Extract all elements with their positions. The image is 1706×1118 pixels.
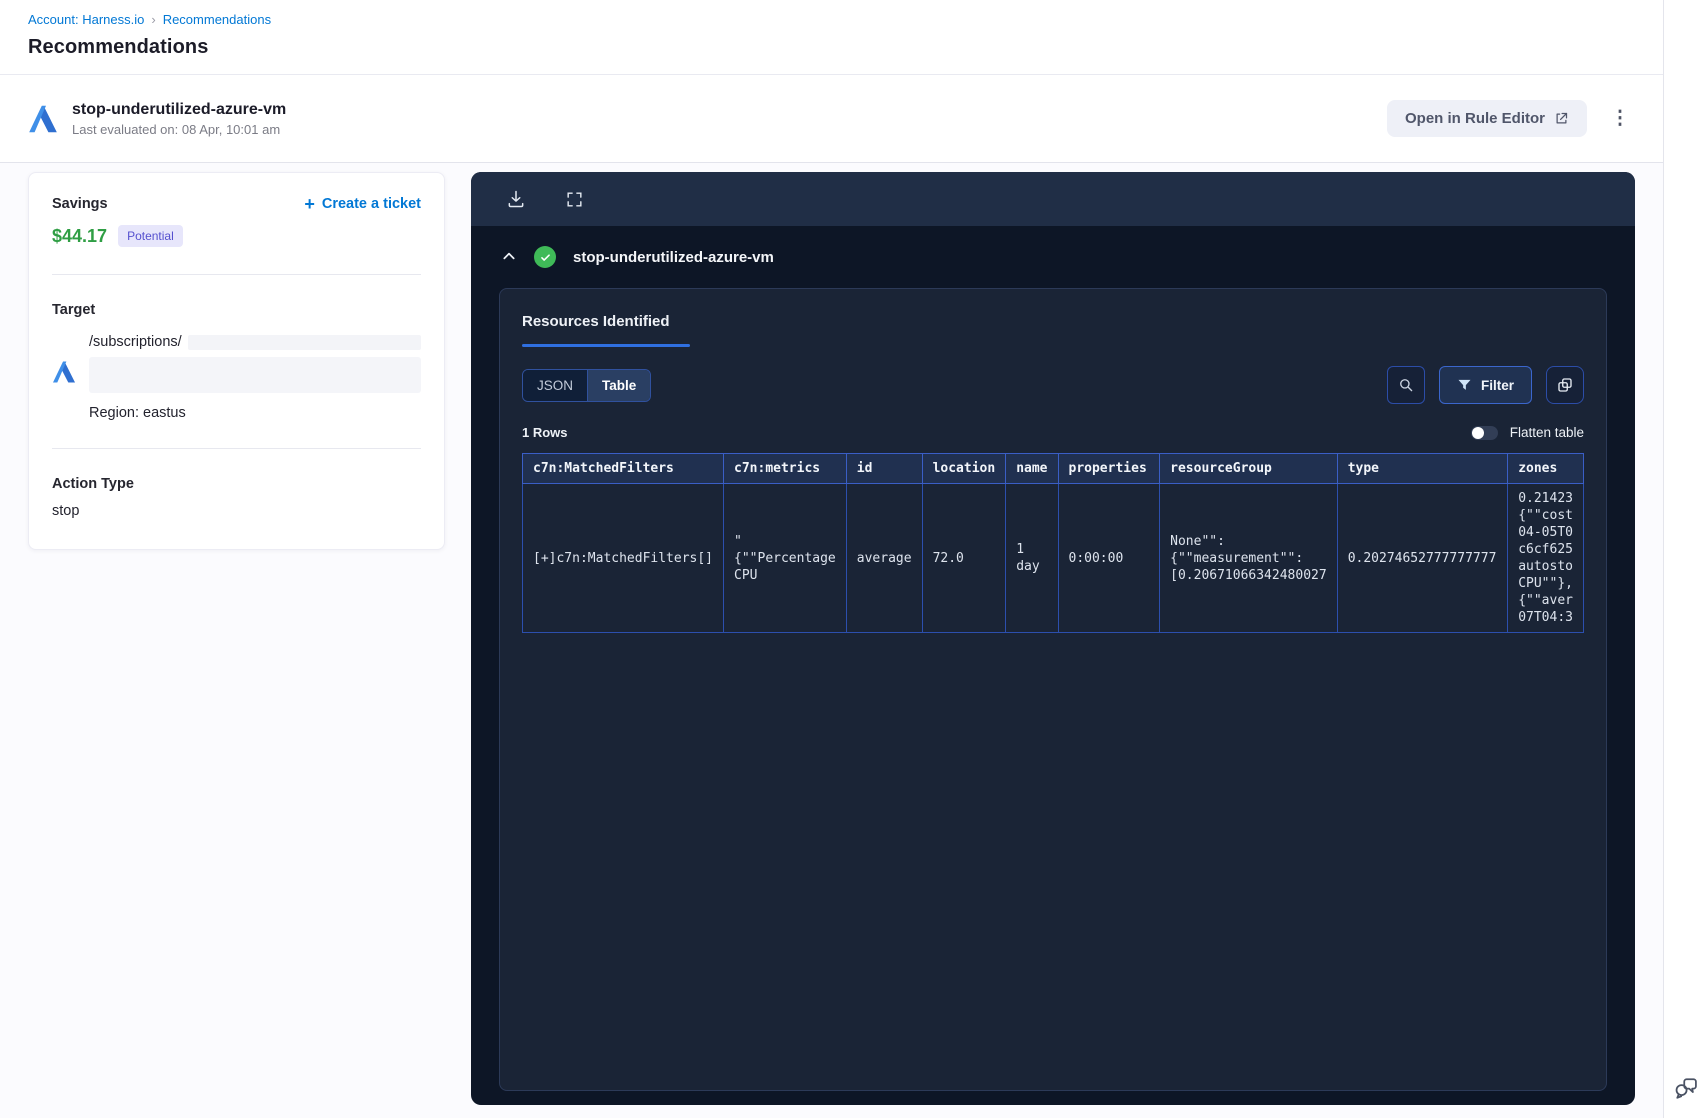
toggle-knob [1471,426,1484,439]
plus-icon: + [304,194,315,214]
copy-icon [1558,378,1572,392]
chat-icon [1675,1078,1697,1099]
table-header-row: c7n:MatchedFilters c7n:metrics id location n… [522,453,1584,484]
right-rail [1663,0,1706,1118]
page: Account: Harness.io › Recommendations Re… [0,0,1706,1118]
json-view-button[interactable]: JSON [523,369,588,401]
column-header-resourceGroup: resourceGroup [1159,453,1338,484]
redacted-block [89,357,421,393]
azure-icon [29,105,57,132]
filter-icon [1458,379,1471,390]
column-header-properties: properties [1057,453,1161,484]
chat-button[interactable] [1670,1072,1702,1104]
tab-underline [522,344,690,347]
column-header-type: type [1336,453,1509,484]
rule-title: stop-underutilized-azure-vm [72,100,287,118]
panel-toolbar [471,172,1635,226]
external-link-icon [1556,112,1568,124]
column-header-location: location [921,453,1007,484]
create-ticket-label: Create a ticket [321,196,421,212]
open-rule-editor-label: Open in Rule Editor [1404,110,1545,127]
table-row: [+]c7n:MatchedFilters[] " {""Percentage C… [522,483,1584,633]
search-icon [1400,379,1413,392]
fullscreen-button[interactable] [563,188,585,210]
column-header-name: name [1005,453,1059,484]
page-title: Recommendations [28,36,209,58]
cell-id: average [845,483,923,633]
breadcrumb: Account: Harness.io › Recommendations [28,12,1663,27]
resources-card: Resources Identified JSON Table Filter 1… [499,288,1607,1091]
main-area: Savings + Create a ticket $44.17 Potenti… [0,163,1663,1118]
action-type-label: Action Type [52,476,134,492]
breadcrumb-current-link[interactable]: Recommendations [163,12,271,27]
cell-location: 72.0 [921,483,1007,633]
savings-amount: $44.17 [52,225,108,246]
cell-c7n:MatchedFilters[interactable]: [+]c7n:MatchedFilters[] [522,483,725,633]
content-column: Account: Harness.io › Recommendations Re… [0,0,1663,1118]
download-button[interactable] [505,188,527,210]
panel-rule-name: stop-underutilized-azure-vm [573,248,774,266]
open-rule-editor-button[interactable]: Open in Rule Editor [1386,100,1587,137]
success-check-icon [534,246,556,268]
cell-name: 1 day [1005,483,1059,633]
rule-status-row: stop-underutilized-azure-vm [499,226,1607,288]
cell-c7n:metrics: " {""Percentage CPU [723,483,847,633]
header-text: stop-underutilized-azure-vm Last evaluat… [72,101,286,137]
savings-label: Savings [52,196,108,212]
cell-properties: 0:00:00 [1057,483,1161,633]
column-header-zones: zones [1507,453,1584,484]
divider [52,274,421,275]
resources-table: c7n:MatchedFilters c7n:metrics id location n… [522,453,1584,633]
search-button[interactable] [1386,366,1425,404]
topbar: Account: Harness.io › Recommendations Re… [0,0,1663,75]
copy-button[interactable] [1546,366,1584,404]
download-icon [508,190,524,208]
flatten-table-label: Flatten table [1509,425,1584,440]
meta-row: 1 Rows Flatten table [522,425,1584,440]
rows-count: 1 Rows [522,425,568,440]
table-view-button[interactable]: Table [587,369,651,401]
chevron-up-icon [503,252,515,260]
target-label: Target [52,302,96,318]
evaluation-panel: stop-underutilized-azure-vm Resources Id… [471,172,1635,1105]
filter-label: Filter [1480,377,1514,393]
cell-resourceGroup: None"": {""measurement"": [0.20671066342… [1159,483,1338,633]
flatten-toggle[interactable] [1470,425,1498,440]
redacted-text [187,334,421,350]
rule-last-evaluated: Last evaluated on: 08 Apr, 10:01 am [72,121,281,137]
create-ticket-link[interactable]: + Create a ticket [304,195,421,213]
breadcrumb-account-link[interactable]: Account: Harness.io [28,12,144,27]
view-toggle: JSON Table [522,368,652,402]
kebab-menu-button[interactable]: ⋮ [1605,101,1635,137]
header-card: stop-underutilized-azure-vm Last evaluat… [0,75,1663,163]
column-header-id: id [845,453,923,484]
table-wrap: c7n:MatchedFilters c7n:metrics id location n… [522,453,1584,633]
tab-resources-identified[interactable]: Resources Identified [522,313,670,330]
fullscreen-icon [566,191,582,207]
potential-badge: Potential [118,225,183,247]
cell-zones: 0.21423 {""cost 04-05T0 c6cf625 autosto … [1507,483,1584,633]
chevron-right-icon: › [151,12,156,27]
column-header-c7n:MatchedFilters: c7n:MatchedFilters [522,453,725,484]
controls-row: JSON Table Filter [522,366,1584,404]
target-region: Region: eastus [89,405,186,421]
target-path: /subscriptions/ [89,334,182,350]
recommendation-details-card: Savings + Create a ticket $44.17 Potenti… [28,172,445,550]
target-azure-icon [52,361,76,383]
filter-button[interactable]: Filter [1438,366,1532,404]
action-type-value: stop [52,503,80,519]
column-header-c7n:metrics: c7n:metrics [723,453,847,484]
divider [52,448,421,449]
collapse-button[interactable] [499,247,519,267]
cell-type: 0.20274652777777777 [1336,483,1509,633]
